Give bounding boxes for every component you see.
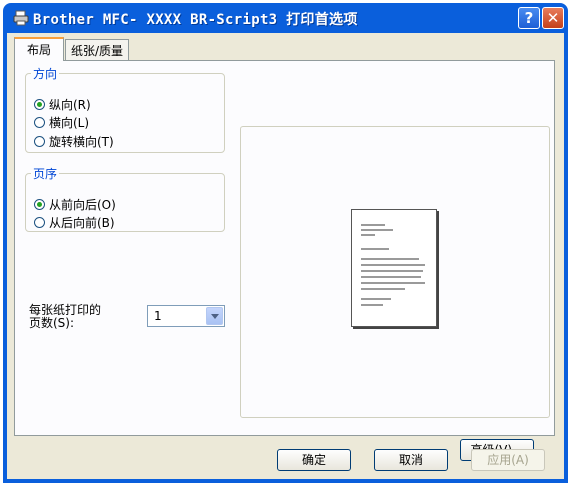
pages-per-sheet-select[interactable]: 1 bbox=[147, 305, 225, 327]
radio-label-landscape: 横向(L) bbox=[49, 115, 90, 130]
radio-label-rotated-landscape: 旋转横向(T) bbox=[49, 134, 114, 149]
page-order-group: 页序 从前向后(O) 从后向前(B) bbox=[25, 165, 225, 232]
tab-paper-quality[interactable]: 纸张/质量 bbox=[65, 39, 129, 61]
radio-landscape[interactable]: 横向(L) bbox=[34, 114, 89, 130]
window-title: Brother MFC- XXXX BR-Script3 打印首选项 bbox=[33, 12, 358, 28]
printing-preferences-window: Brother MFC- XXXX BR-Script3 打印首选项 ? ✕ 布… bbox=[3, 3, 568, 483]
orientation-legend: 方向 bbox=[33, 67, 58, 81]
radio-portrait[interactable]: 纵向(R) bbox=[34, 96, 91, 112]
page-preview-area bbox=[240, 126, 550, 418]
help-button[interactable]: ? bbox=[518, 7, 540, 29]
tab-layout[interactable]: 布局 bbox=[14, 37, 64, 61]
printer-icon bbox=[13, 10, 29, 26]
orientation-group: 方向 纵向(R) 横向(L) 旋转横向(T) bbox=[25, 65, 225, 153]
close-button[interactable]: ✕ bbox=[542, 7, 564, 29]
radio-button-checked[interactable] bbox=[34, 98, 45, 110]
title-bar[interactable]: Brother MFC- XXXX BR-Script3 打印首选项 ? ✕ bbox=[7, 3, 564, 33]
page-order-legend: 页序 bbox=[33, 167, 58, 181]
radio-button[interactable] bbox=[34, 216, 45, 228]
radio-label-front-to-back: 从前向后(O) bbox=[49, 197, 116, 212]
page-preview-icon bbox=[351, 209, 437, 327]
chevron-down-icon[interactable] bbox=[206, 307, 223, 325]
radio-label-back-to-front: 从后向前(B) bbox=[49, 215, 115, 230]
pages-per-sheet-value: 1 bbox=[154, 309, 162, 323]
pages-per-sheet-label-line2: 页数(S): bbox=[29, 316, 75, 330]
radio-button[interactable] bbox=[34, 116, 45, 128]
apply-button[interactable]: 应用(A) bbox=[471, 449, 545, 471]
dialog-body: 布局 纸张/质量 方向 纵向(R) 横向(L) 旋转横向(T) 页序 从前向后(… bbox=[7, 33, 564, 479]
radio-label-portrait: 纵向(R) bbox=[49, 97, 91, 112]
ok-button[interactable]: 确定 bbox=[277, 449, 351, 471]
radio-rotated-landscape[interactable]: 旋转横向(T) bbox=[34, 133, 114, 149]
radio-button-checked[interactable] bbox=[34, 198, 45, 210]
radio-front-to-back[interactable]: 从前向后(O) bbox=[34, 196, 116, 212]
layout-panel: 方向 纵向(R) 横向(L) 旋转横向(T) 页序 从前向后(O) 从后向前(B… bbox=[14, 60, 555, 461]
help-icon: ? bbox=[524, 9, 534, 27]
pages-per-sheet-label: 每张纸打印的 页数(S): bbox=[29, 304, 101, 330]
radio-back-to-front[interactable]: 从后向前(B) bbox=[34, 214, 115, 230]
radio-button[interactable] bbox=[34, 135, 45, 147]
close-icon: ✕ bbox=[546, 9, 560, 27]
cancel-button[interactable]: 取消 bbox=[374, 449, 448, 471]
